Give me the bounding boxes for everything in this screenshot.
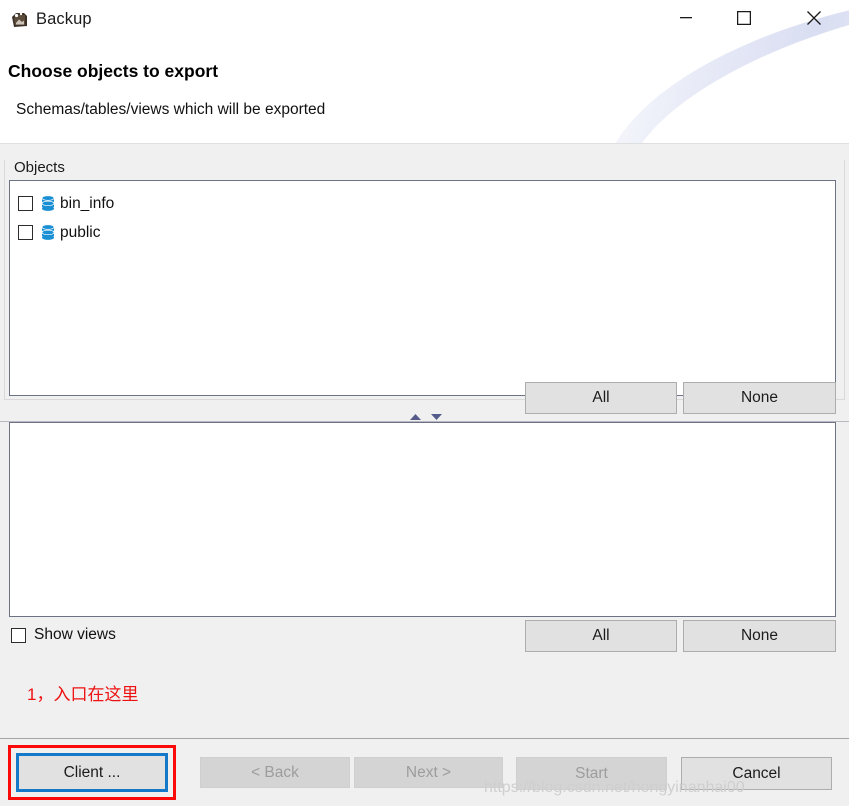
page-subtitle: Schemas/tables/views which will be expor…: [16, 101, 326, 118]
objects-list[interactable]: bin_info public: [9, 180, 836, 396]
detail-list[interactable]: [9, 422, 836, 617]
objects-group-label: Objects: [10, 159, 70, 176]
list-item-label: bin_info: [60, 194, 115, 212]
close-button[interactable]: [791, 0, 837, 36]
panel-collapse-arrows[interactable]: [409, 412, 443, 422]
footer-separator: [0, 738, 849, 739]
close-icon: [807, 11, 821, 25]
client-button[interactable]: Client ...: [16, 753, 168, 792]
list-item[interactable]: bin_info: [10, 189, 835, 218]
show-views-label: Show views: [34, 626, 116, 643]
database-schema-icon: [41, 224, 55, 240]
title-bar: Backup: [0, 0, 849, 40]
window-title: Backup: [36, 10, 92, 28]
database-schema-icon: [41, 195, 55, 211]
select-all-objects-button[interactable]: All: [525, 382, 677, 414]
checkbox-public[interactable]: [18, 225, 33, 240]
checkbox-show-views[interactable]: [11, 627, 26, 643]
chevron-up-icon[interactable]: [409, 413, 422, 421]
list-item-label: public: [60, 223, 101, 241]
minimize-button[interactable]: [663, 0, 709, 36]
show-views-row[interactable]: Show views: [11, 626, 116, 644]
select-none-objects-button[interactable]: None: [683, 382, 836, 414]
list-item[interactable]: public: [10, 218, 835, 247]
cancel-button[interactable]: Cancel: [681, 757, 832, 790]
select-none-details-button[interactable]: None: [683, 620, 836, 652]
select-all-details-button[interactable]: All: [525, 620, 677, 652]
maximize-icon: [737, 11, 751, 25]
page-title: Choose objects to export: [8, 61, 219, 81]
maximize-button[interactable]: [721, 0, 767, 36]
start-button[interactable]: Start: [516, 757, 667, 790]
chevron-down-icon[interactable]: [430, 413, 443, 421]
next-button[interactable]: Next >: [354, 757, 503, 788]
app-backup-icon: [10, 11, 30, 30]
minimize-icon: [680, 17, 692, 19]
back-button[interactable]: < Back: [200, 757, 350, 788]
checkbox-bin-info[interactable]: [18, 196, 33, 211]
annotation-text: 1，入口在这里: [27, 685, 139, 704]
